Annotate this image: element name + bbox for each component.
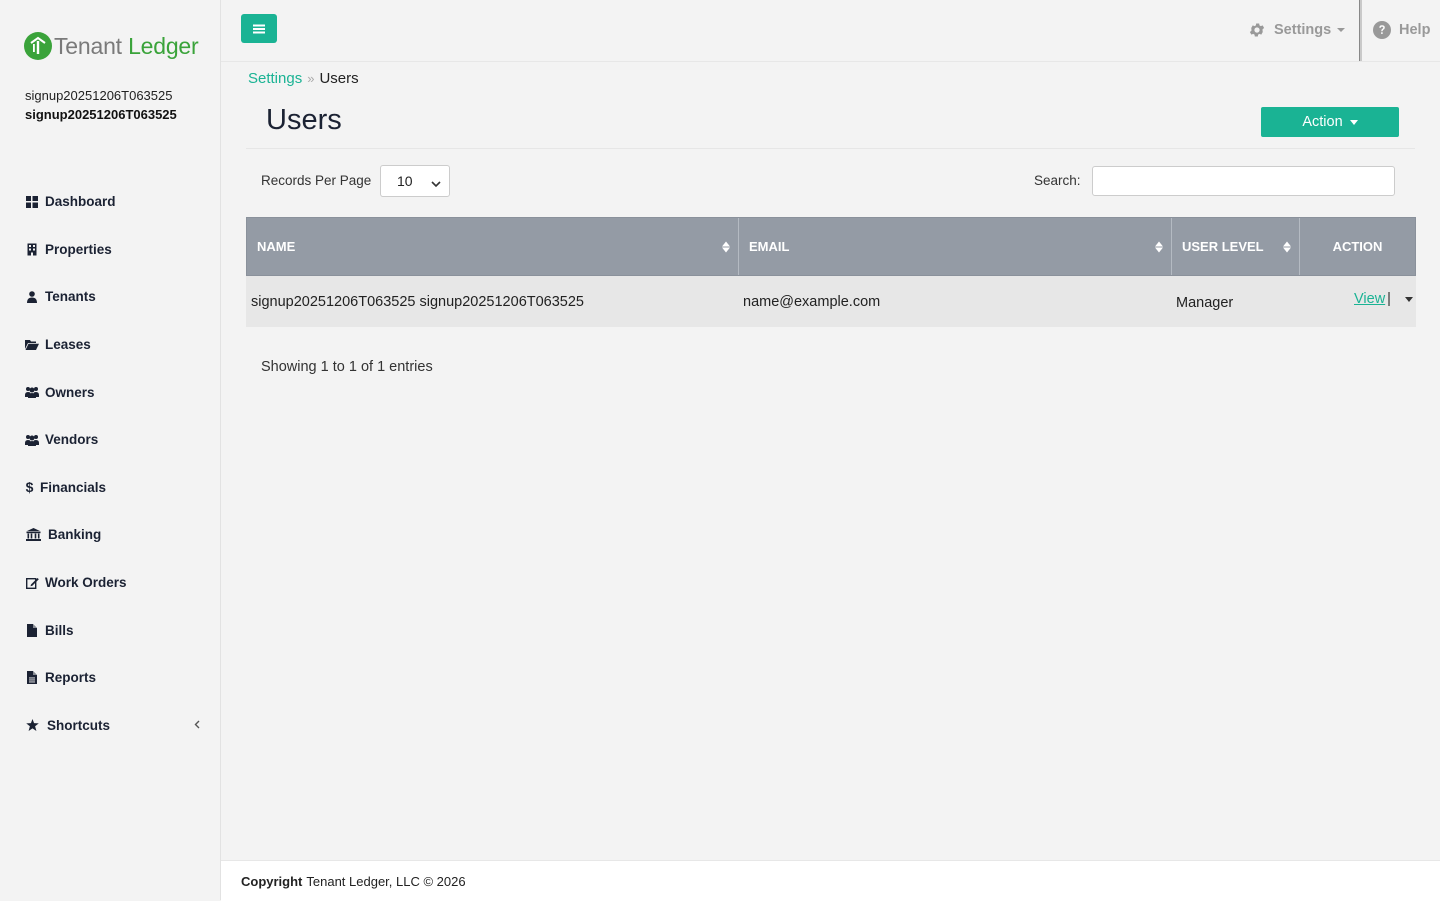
user-account: signup20251206T063525: [25, 107, 177, 122]
users-icon: [25, 433, 39, 447]
title-divider: [246, 148, 1415, 149]
caret-down-icon: [1337, 28, 1346, 32]
action-separator: |: [1387, 291, 1391, 307]
caret-down-icon[interactable]: [1404, 296, 1413, 302]
help-label: Help: [1399, 22, 1431, 38]
star-icon: [25, 718, 39, 732]
action-dropdown-button[interactable]: Action: [1261, 107, 1399, 137]
bank-icon: [25, 528, 41, 542]
column-header-label: NAME: [257, 239, 296, 254]
column-header-label: EMAIL: [749, 239, 790, 254]
column-header-name[interactable]: NAME: [247, 218, 739, 275]
column-header-user-level[interactable]: USER LEVEL: [1172, 218, 1300, 275]
table-header: NAME EMAIL USER LEVEL ACTION: [246, 217, 1416, 276]
logo-text-part2: Ledger: [128, 32, 199, 59]
dollar-icon: $: [25, 479, 34, 496]
user-name: signup20251206T063525: [25, 88, 173, 103]
sidebar-item-label: Financials: [40, 479, 107, 495]
sidebar-item-bills[interactable]: Bills: [0, 606, 220, 654]
hamburger-icon: [253, 24, 265, 33]
footer: Copyright Tenant Ledger, LLC © 2026: [221, 860, 1440, 901]
file-icon: [25, 623, 39, 637]
gear-icon: [1249, 23, 1265, 37]
sort-icon: [1155, 241, 1163, 252]
column-header-label: USER LEVEL: [1182, 239, 1264, 254]
building-icon: [25, 242, 39, 256]
logo-icon: [24, 32, 52, 60]
menu-toggle-button[interactable]: [241, 14, 277, 43]
sidebar-item-shortcuts[interactable]: Shortcuts: [0, 702, 220, 750]
search-label: Search:: [1034, 173, 1081, 188]
logo-text-part1: Tenant: [54, 32, 122, 59]
breadcrumb-settings-link[interactable]: Settings: [248, 70, 302, 87]
sidebar-item-dashboard[interactable]: Dashboard: [0, 178, 220, 226]
sidebar-item-leases[interactable]: Leases: [0, 321, 220, 369]
records-per-page-label: Records Per Page: [261, 173, 372, 188]
copyright-text: Tenant Ledger, LLC © 2026: [306, 873, 466, 889]
chevron-left-icon[interactable]: [194, 718, 200, 732]
sidebar-item-banking[interactable]: Banking: [0, 511, 220, 559]
sidebar-item-label: Dashboard: [45, 194, 116, 210]
table-summary: Showing 1 to 1 of 1 entries: [261, 359, 433, 375]
sidebar-item-label: Leases: [45, 337, 91, 353]
records-per-page-value: 10: [397, 173, 413, 189]
cell-action: View |: [1299, 276, 1414, 327]
sidebar: Tenant Ledger signup20251206T063525 sign…: [0, 0, 221, 900]
sidebar-item-label: Bills: [45, 622, 74, 638]
sidebar-item-label: Vendors: [45, 432, 99, 448]
sidebar-item-label: Reports: [45, 670, 97, 686]
cell-user-level: Manager: [1176, 294, 1234, 311]
settings-label: Settings: [1274, 22, 1332, 38]
sidebar-item-label: Owners: [45, 384, 95, 400]
file-text-icon: [25, 671, 39, 685]
help-link[interactable]: Help: [1373, 20, 1430, 40]
sidebar-item-label: Banking: [48, 527, 102, 543]
header-divider-line: [221, 61, 1440, 62]
sidebar-item-label: Work Orders: [45, 575, 127, 591]
page-title: Users: [266, 104, 342, 136]
breadcrumb-current: Users: [319, 70, 359, 87]
question-circle-icon: [1373, 21, 1391, 39]
settings-dropdown[interactable]: Settings: [1248, 20, 1346, 40]
sidebar-nav: Dashboard Properties Tenants Leases Owne…: [0, 178, 220, 749]
header-divider: [1359, 0, 1362, 61]
cell-name: signup20251206T063525 signup20251206T063…: [251, 293, 584, 310]
sidebar-item-properties[interactable]: Properties: [0, 226, 220, 274]
logo-text: Tenant Ledger: [54, 32, 199, 60]
breadcrumb: Settings » Users: [248, 70, 359, 87]
sidebar-item-label: Tenants: [45, 289, 96, 305]
column-header-action: ACTION: [1300, 218, 1415, 275]
double-chevron-right-icon: »: [307, 71, 315, 86]
sort-icon: [722, 241, 730, 252]
column-header-label: ACTION: [1332, 239, 1383, 254]
search-input[interactable]: [1092, 166, 1395, 196]
sidebar-item-vendors[interactable]: Vendors: [0, 416, 220, 464]
sort-icon: [1283, 241, 1291, 252]
records-per-page-select[interactable]: 10: [380, 165, 450, 197]
column-header-email[interactable]: EMAIL: [739, 218, 1172, 275]
view-link[interactable]: View: [1354, 291, 1385, 307]
users-table: NAME EMAIL USER LEVEL ACTION signup20251…: [246, 217, 1416, 327]
sidebar-item-work-orders[interactable]: Work Orders: [0, 559, 220, 607]
users-icon: [25, 385, 39, 399]
logo[interactable]: Tenant Ledger: [24, 32, 199, 60]
sidebar-item-owners[interactable]: Owners: [0, 368, 220, 416]
dashboard-icon: [25, 195, 39, 209]
sidebar-item-financials[interactable]: $ Financials: [0, 464, 220, 512]
sidebar-item-label: Shortcuts: [47, 717, 111, 733]
sidebar-item-label: Properties: [45, 241, 112, 257]
edit-icon: [25, 576, 39, 590]
action-button-label: Action: [1302, 114, 1343, 130]
sidebar-item-reports[interactable]: Reports: [0, 654, 220, 702]
cell-email: name@example.com: [743, 293, 881, 310]
table-row: signup20251206T063525 signup20251206T063…: [246, 276, 1416, 327]
folder-open-icon: [25, 338, 39, 352]
sidebar-item-tenants[interactable]: Tenants: [0, 273, 220, 321]
caret-down-icon: [1349, 119, 1358, 125]
chevron-down-icon: [431, 175, 441, 191]
copyright-label: Copyright: [241, 873, 303, 889]
user-icon: [25, 290, 39, 304]
